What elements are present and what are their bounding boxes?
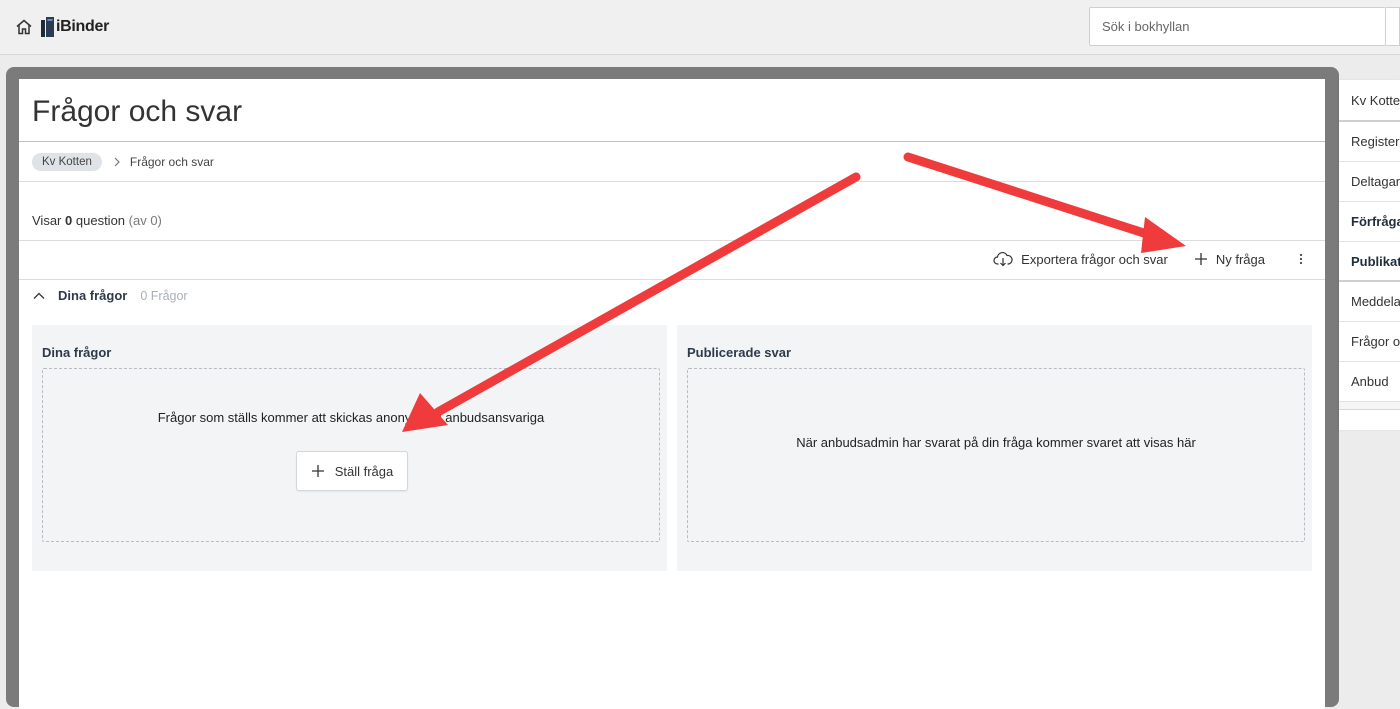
published-answers-card: Publicerade svar När anbudsadmin har sva… <box>677 325 1312 571</box>
count-divider <box>19 240 1325 241</box>
empty-message: När anbudsadmin har svarat på din fråga … <box>796 435 1196 450</box>
toolbar-divider <box>19 279 1325 280</box>
empty-message: Frågor som ställs kommer att skickas ano… <box>157 410 545 425</box>
kebab-menu-icon[interactable] <box>1291 253 1311 265</box>
brand-name: iBinder <box>56 18 110 35</box>
your-questions-card: Dina frågor Frågor som ställs kommer att… <box>32 325 667 571</box>
breadcrumb-current: Frågor och svar <box>129 155 214 169</box>
plus-icon <box>1194 253 1207 265</box>
sidebar-item-register[interactable]: Register <box>1339 122 1400 162</box>
new-question-label: Ny fråga <box>1215 251 1265 267</box>
toolbar: Exportera frågor och svar Ny fråga <box>993 247 1325 271</box>
main-panel: Frågor och svar Kv Kotten Frågor och sva… <box>19 79 1325 709</box>
section-header[interactable]: Dina frågor 0 Frågor <box>32 288 188 303</box>
count-noun: question <box>75 213 126 228</box>
result-count: Visar 0 question (av 0) <box>32 213 162 228</box>
cloud-download-icon <box>993 252 1013 267</box>
sidebar-item-qa[interactable]: Frågor och svar <box>1339 322 1400 362</box>
search-input[interactable] <box>1089 7 1386 46</box>
sidebar-item-bids[interactable]: Anbud <box>1339 362 1400 402</box>
home-icon[interactable] <box>14 17 34 37</box>
ibinder-logo <box>41 17 54 37</box>
card-title: Dina frågor <box>42 345 112 360</box>
export-button[interactable]: Exportera frågor och svar <box>993 251 1168 267</box>
breadcrumb-divider <box>19 181 1325 182</box>
ask-question-button[interactable]: Ställ fråga <box>296 451 408 491</box>
chevron-right-icon <box>114 157 120 167</box>
search-button[interactable] <box>1386 7 1400 46</box>
questions-empty-area: Frågor som ställs kommer att skickas ano… <box>42 368 660 542</box>
sidebar-item-participants[interactable]: Deltagare <box>1339 162 1400 202</box>
card-title: Publicerade svar <box>687 345 792 360</box>
section-count: 0 Frågor <box>140 288 188 303</box>
sidebar-item-publications[interactable]: Publikationer <box>1339 242 1400 282</box>
answers-empty-area: När anbudsadmin har svarat på din fråga … <box>687 368 1305 542</box>
sidebar-item-inquiry[interactable]: Förfrågan <box>1339 202 1400 242</box>
plus-icon <box>311 465 324 477</box>
count-total: (av 0) <box>128 213 162 228</box>
section-title: Dina frågor <box>58 288 128 303</box>
chevron-up-icon <box>33 292 45 299</box>
sidebar-item-project[interactable]: Kv Kotten <box>1339 80 1400 122</box>
breadcrumb: Kv Kotten Frågor och svar <box>32 153 214 171</box>
page-title: Frågor och svar <box>32 95 243 128</box>
right-sidebar: Kv Kotten Register Deltagare Förfrågan P… <box>1339 80 1400 430</box>
breadcrumb-project[interactable]: Kv Kotten <box>32 153 102 171</box>
count-value: 0 <box>65 213 73 228</box>
top-bar: iBinder <box>0 0 1400 55</box>
ask-question-label: Ställ fråga <box>334 463 394 479</box>
export-label: Exportera frågor och svar <box>1021 251 1168 267</box>
count-prefix: Visar <box>32 213 62 228</box>
title-divider <box>19 141 1325 142</box>
sidebar-footer <box>1339 402 1400 410</box>
sidebar-item-messages[interactable]: Meddelanden <box>1339 282 1400 322</box>
new-question-button[interactable]: Ny fråga <box>1194 252 1265 267</box>
app-logo[interactable]: iBinder <box>41 16 109 38</box>
